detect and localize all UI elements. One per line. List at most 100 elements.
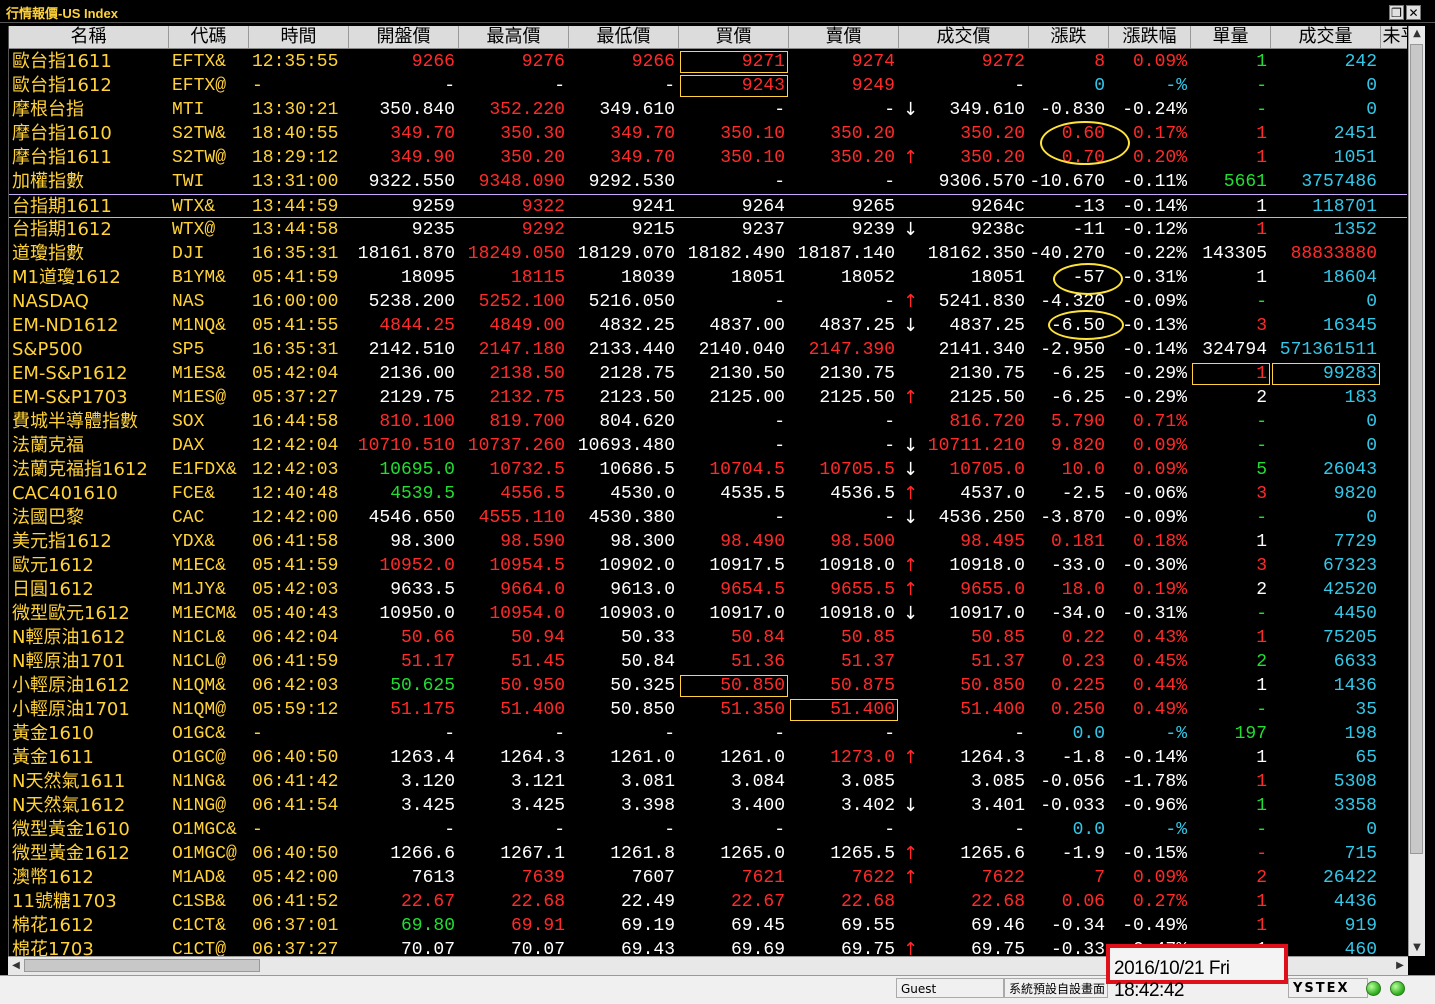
cell-chg[interactable]: -4.320 [1029, 290, 1109, 314]
cell-chg[interactable]: -0.34 [1029, 914, 1109, 938]
cell-high[interactable]: 1264.3 [459, 746, 569, 770]
cell-code[interactable]: TWI [169, 170, 249, 194]
cell-ask[interactable]: 9239 [789, 218, 899, 242]
cell-chg[interactable]: -6.25 [1029, 362, 1109, 386]
cell-name[interactable]: CAC401610 [9, 482, 169, 506]
cell-last[interactable]: 98.495 [921, 530, 1029, 554]
cell-time[interactable]: 12:42:04 [249, 434, 349, 458]
table-row[interactable]: CAC401610 FCE& 12:40:48 4539.5 4556.5 4530.0 4… [9, 482, 1407, 506]
cell-ask[interactable]: - [789, 410, 899, 434]
cell-high[interactable]: 10732.5 [459, 458, 569, 482]
cell-code[interactable]: C1CT@ [169, 938, 249, 956]
cell-low[interactable]: 4530.0 [569, 482, 679, 506]
cell-last[interactable]: 350.20 [921, 122, 1029, 146]
cell-code[interactable]: YDX& [169, 530, 249, 554]
cell-code[interactable]: NAS [169, 290, 249, 314]
cell-time[interactable]: 05:42:00 [249, 866, 349, 890]
cell-last[interactable]: - [921, 722, 1029, 746]
cell-bid[interactable]: 9271 [679, 50, 789, 74]
cell-low[interactable]: 69.43 [569, 938, 679, 956]
cell-pct[interactable]: -0.96% [1109, 794, 1191, 818]
table-row[interactable]: 黃金1610 O1GC& - - - - - - -0.0 -% 197 198 [9, 722, 1407, 746]
cell-code[interactable]: E1FDX& [169, 458, 249, 482]
cell-open[interactable]: 10710.510 [349, 434, 459, 458]
cell-time[interactable]: 06:40:50 [249, 746, 349, 770]
cell-code[interactable]: SOX [169, 410, 249, 434]
cell-low[interactable]: 7607 [569, 866, 679, 890]
cell-low[interactable]: 1261.0 [569, 746, 679, 770]
cell-last[interactable]: 51.400 [921, 698, 1029, 722]
cell-total[interactable]: 919 [1271, 914, 1381, 938]
cell-last[interactable]: 9306.570 [921, 170, 1029, 194]
cell-pct[interactable]: -0.06% [1109, 482, 1191, 506]
cell-code[interactable]: N1CL@ [169, 650, 249, 674]
cell-open[interactable]: 98.300 [349, 530, 459, 554]
cell-high[interactable]: 10954.0 [459, 602, 569, 626]
cell-open[interactable]: 350.840 [349, 98, 459, 122]
cell-total[interactable]: 2451 [1271, 122, 1381, 146]
cell-last[interactable]: 4536.250 [921, 506, 1029, 530]
cell-ask[interactable]: 50.85 [789, 626, 899, 650]
cell-bid[interactable]: - [679, 722, 789, 746]
cell-vol[interactable]: 2 [1191, 386, 1271, 410]
scroll-right-icon[interactable]: ▶ [1392, 957, 1408, 975]
cell-last[interactable]: 50.85 [921, 626, 1029, 650]
cell-chg[interactable]: -2.5 [1029, 482, 1109, 506]
cell-chg[interactable]: 10.0 [1029, 458, 1109, 482]
cell-last[interactable]: 9264c [921, 195, 1029, 219]
cell-low[interactable]: 349.610 [569, 98, 679, 122]
cell-bid[interactable]: 9654.5 [679, 578, 789, 602]
cell-open[interactable]: 4546.650 [349, 506, 459, 530]
cell-chg[interactable]: 0.23 [1029, 650, 1109, 674]
cell-high[interactable]: 9322 [459, 195, 569, 219]
cell-name[interactable]: 歐元1612 [9, 554, 169, 578]
cell-ask[interactable]: 2147.390 [789, 338, 899, 362]
cell-pct[interactable]: 0.45% [1109, 650, 1191, 674]
column-header-high[interactable]: 最高價 [459, 26, 569, 48]
cell-last[interactable]: 4837.25 [921, 314, 1029, 338]
cell-code[interactable]: WTX& [169, 195, 249, 219]
cell-name[interactable]: 費城半導體指數 [9, 410, 169, 434]
cell-high[interactable]: 9276 [459, 50, 569, 74]
cell-total[interactable]: 26043 [1271, 458, 1381, 482]
cell-vol[interactable]: - [1191, 698, 1271, 722]
cell-total[interactable]: 0 [1271, 74, 1381, 98]
table-row[interactable]: 日圓1612 M1JY& 05:42:03 9633.5 9664.0 9613.0 965… [9, 578, 1407, 602]
cell-open[interactable]: 22.67 [349, 890, 459, 914]
cell-last[interactable]: 3.401 [921, 794, 1029, 818]
cell-vol[interactable]: 1 [1191, 890, 1271, 914]
cell-total[interactable]: 1051 [1271, 146, 1381, 170]
cell-bid[interactable]: 1265.0 [679, 842, 789, 866]
cell-name[interactable]: 小輕原油1612 [9, 674, 169, 698]
cell-bid[interactable]: - [679, 818, 789, 842]
cell-name[interactable]: 歐台指1611 [9, 50, 169, 74]
cell-name[interactable]: 日圓1612 [9, 578, 169, 602]
table-row[interactable]: N輕原油1701 N1CL@ 06:41:59 51.17 51.45 50.84 51.3… [9, 650, 1407, 674]
cell-high[interactable]: 9292 [459, 218, 569, 242]
cell-ask[interactable]: 1265.5 [789, 842, 899, 866]
cell-ask[interactable]: 3.402 [789, 794, 899, 818]
cell-last[interactable]: 349.610 [921, 98, 1029, 122]
cell-chg[interactable]: 8 [1029, 50, 1109, 74]
cell-chg[interactable]: -10.670 [1029, 170, 1109, 194]
cell-open[interactable]: 9235 [349, 218, 459, 242]
cell-time[interactable]: 12:42:00 [249, 506, 349, 530]
cell-time[interactable]: 06:41:58 [249, 530, 349, 554]
cell-vol[interactable]: 1 [1191, 50, 1271, 74]
cell-low[interactable]: 69.19 [569, 914, 679, 938]
cell-last[interactable]: 69.75 [921, 938, 1029, 956]
cell-high[interactable]: 350.20 [459, 146, 569, 170]
cell-high[interactable]: 18249.050 [459, 242, 569, 266]
cell-low[interactable]: 4530.380 [569, 506, 679, 530]
cell-vol[interactable]: 2 [1191, 650, 1271, 674]
cell-high[interactable]: 9348.090 [459, 170, 569, 194]
cell-code[interactable]: FCE& [169, 482, 249, 506]
cell-open[interactable]: 70.07 [349, 938, 459, 956]
cell-total[interactable]: 1352 [1271, 218, 1381, 242]
cell-ask[interactable]: 9249 [789, 74, 899, 98]
cell-name[interactable]: EM-S&P1612 [9, 362, 169, 386]
cell-ask[interactable]: 50.875 [789, 674, 899, 698]
cell-vol[interactable]: - [1191, 74, 1271, 98]
cell-last[interactable]: 10918.0 [921, 554, 1029, 578]
cell-pct[interactable]: -1.78% [1109, 770, 1191, 794]
